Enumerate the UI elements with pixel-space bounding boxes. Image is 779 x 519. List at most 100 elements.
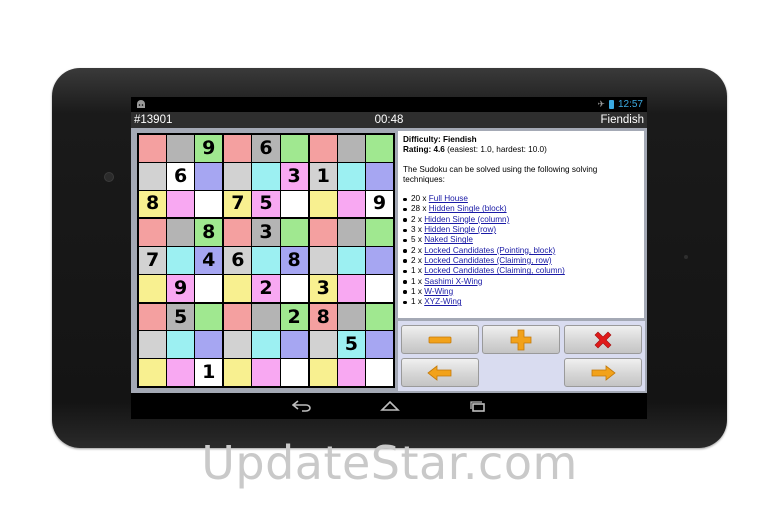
sudoku-cell[interactable]: 4 xyxy=(195,247,223,274)
sudoku-cell[interactable] xyxy=(309,190,337,218)
sudoku-cell[interactable]: 3 xyxy=(309,274,337,302)
sudoku-cell[interactable]: 8 xyxy=(139,190,167,218)
sudoku-cell[interactable]: 8 xyxy=(195,219,223,247)
technique-link[interactable]: Locked Candidates (Claiming, row) xyxy=(424,256,551,265)
home-icon[interactable] xyxy=(379,398,401,414)
technique-link[interactable]: W-Wing xyxy=(424,287,453,296)
technique-link[interactable]: Locked Candidates (Pointing, block) xyxy=(424,246,555,255)
sudoku-cell[interactable] xyxy=(224,219,252,247)
sudoku-cell[interactable]: 8 xyxy=(280,247,308,274)
technique-link[interactable]: Locked Candidates (Claiming, column) xyxy=(424,266,565,275)
next-button[interactable] xyxy=(564,358,642,387)
back-icon[interactable] xyxy=(291,398,313,414)
sudoku-cell[interactable] xyxy=(224,359,252,386)
sudoku-cell[interactable]: 7 xyxy=(224,190,252,218)
minus-button[interactable] xyxy=(401,325,479,354)
sudoku-cell[interactable] xyxy=(365,219,393,247)
sudoku-cell[interactable] xyxy=(337,219,365,247)
sudoku-cell[interactable] xyxy=(309,135,337,162)
previous-button[interactable] xyxy=(401,358,479,387)
sudoku-cell[interactable] xyxy=(365,303,393,331)
sudoku-cell[interactable] xyxy=(280,219,308,247)
technique-link[interactable]: Hidden Single (column) xyxy=(424,215,509,224)
technique-link[interactable]: Full House xyxy=(429,194,468,203)
sudoku-cell[interactable] xyxy=(309,247,337,274)
sudoku-cell[interactable] xyxy=(280,190,308,218)
sudoku-cell[interactable]: 5 xyxy=(337,331,365,359)
sudoku-cell[interactable] xyxy=(224,135,252,162)
sudoku-cell[interactable] xyxy=(252,162,280,190)
sudoku-cell[interactable] xyxy=(224,331,252,359)
sudoku-cell[interactable] xyxy=(280,135,308,162)
sudoku-cell[interactable] xyxy=(167,247,195,274)
sudoku-cell[interactable]: 7 xyxy=(139,247,167,274)
sudoku-cell[interactable] xyxy=(365,331,393,359)
sudoku-cell[interactable] xyxy=(195,331,223,359)
sudoku-cell[interactable] xyxy=(337,190,365,218)
sudoku-cell[interactable] xyxy=(195,274,223,302)
sudoku-cell[interactable] xyxy=(309,359,337,386)
sudoku-cell[interactable]: 6 xyxy=(252,135,280,162)
sudoku-cell[interactable]: 2 xyxy=(280,303,308,331)
sudoku-cell[interactable] xyxy=(365,274,393,302)
sudoku-cell[interactable] xyxy=(337,162,365,190)
sudoku-cell[interactable] xyxy=(195,162,223,190)
sudoku-cell[interactable]: 5 xyxy=(167,303,195,331)
sudoku-cell[interactable] xyxy=(139,331,167,359)
sudoku-cell[interactable] xyxy=(167,359,195,386)
sudoku-cell[interactable] xyxy=(195,303,223,331)
sudoku-cell[interactable] xyxy=(139,274,167,302)
sudoku-cell[interactable] xyxy=(167,331,195,359)
sudoku-cell[interactable] xyxy=(337,247,365,274)
sudoku-cell[interactable] xyxy=(139,162,167,190)
sudoku-cell[interactable] xyxy=(309,331,337,359)
sudoku-board[interactable]: 96631875983746892352851 xyxy=(137,133,395,388)
sudoku-cell[interactable] xyxy=(224,162,252,190)
sudoku-cell[interactable] xyxy=(252,247,280,274)
sudoku-cell[interactable] xyxy=(139,359,167,386)
sudoku-cell[interactable] xyxy=(167,190,195,218)
technique-link[interactable]: Hidden Single (row) xyxy=(424,225,496,234)
sudoku-cell[interactable]: 5 xyxy=(252,190,280,218)
plus-button[interactable] xyxy=(482,325,560,354)
sudoku-cell[interactable] xyxy=(309,219,337,247)
sudoku-cell[interactable] xyxy=(167,219,195,247)
sudoku-cell[interactable]: 9 xyxy=(365,190,393,218)
recents-icon[interactable] xyxy=(467,398,489,414)
sudoku-cell[interactable]: 9 xyxy=(195,135,223,162)
sudoku-cell[interactable] xyxy=(280,359,308,386)
sudoku-cell[interactable] xyxy=(224,274,252,302)
sudoku-cell[interactable]: 8 xyxy=(309,303,337,331)
sudoku-cell[interactable] xyxy=(139,303,167,331)
sudoku-cell[interactable] xyxy=(337,274,365,302)
sudoku-cell[interactable] xyxy=(337,303,365,331)
sudoku-cell[interactable] xyxy=(280,274,308,302)
sudoku-cell[interactable]: 6 xyxy=(224,247,252,274)
sudoku-cell[interactable] xyxy=(139,219,167,247)
sudoku-cell[interactable]: 3 xyxy=(280,162,308,190)
technique-link[interactable]: XYZ-Wing xyxy=(424,297,461,306)
sudoku-cell[interactable] xyxy=(365,247,393,274)
sudoku-cell[interactable] xyxy=(280,331,308,359)
sudoku-cell[interactable] xyxy=(252,303,280,331)
technique-link[interactable]: Sashimi X-Wing xyxy=(424,277,482,286)
sudoku-cell[interactable]: 1 xyxy=(195,359,223,386)
sudoku-cell[interactable] xyxy=(252,331,280,359)
technique-link[interactable]: Hidden Single (block) xyxy=(429,204,507,213)
sudoku-cell[interactable]: 9 xyxy=(167,274,195,302)
sudoku-cell[interactable] xyxy=(139,135,167,162)
sudoku-cell[interactable]: 2 xyxy=(252,274,280,302)
sudoku-cell[interactable]: 1 xyxy=(309,162,337,190)
technique-link[interactable]: Naked Single xyxy=(424,235,473,244)
sudoku-cell[interactable] xyxy=(365,162,393,190)
sudoku-cell[interactable]: 3 xyxy=(252,219,280,247)
sudoku-cell[interactable] xyxy=(167,135,195,162)
sudoku-cell[interactable] xyxy=(195,190,223,218)
sudoku-cell[interactable] xyxy=(252,359,280,386)
sudoku-cell[interactable] xyxy=(337,359,365,386)
sudoku-cell[interactable] xyxy=(365,359,393,386)
sudoku-cell[interactable] xyxy=(224,303,252,331)
sudoku-cell[interactable]: 6 xyxy=(167,162,195,190)
sudoku-cell[interactable] xyxy=(365,135,393,162)
close-button[interactable] xyxy=(564,325,642,354)
